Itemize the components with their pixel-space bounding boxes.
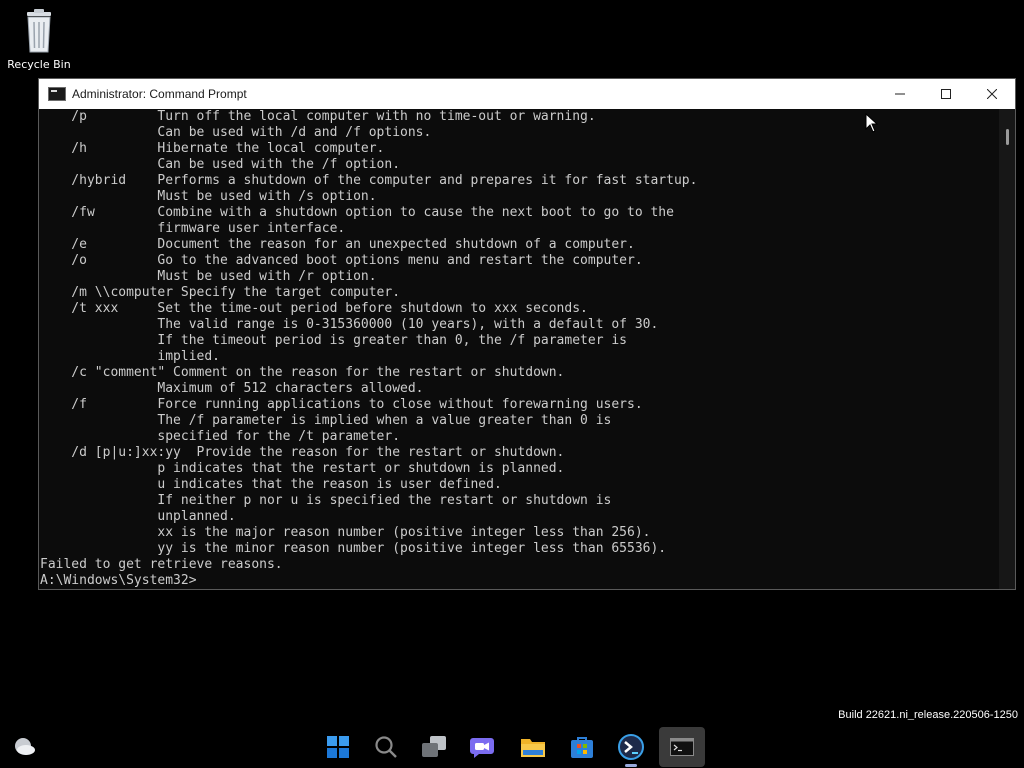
search-icon	[375, 736, 397, 758]
file-explorer-button[interactable]	[513, 727, 553, 767]
maximize-button[interactable]	[923, 79, 969, 109]
start-icon	[327, 736, 349, 758]
vertical-scrollbar[interactable]	[999, 109, 1015, 589]
running-indicator	[625, 764, 637, 767]
command-prompt-icon	[670, 738, 694, 756]
command-prompt-app-icon	[48, 87, 66, 101]
window-titlebar[interactable]: Administrator: Command Prompt	[39, 79, 1015, 109]
terminal-app-icon	[618, 734, 644, 760]
recycle-bin-shortcut[interactable]: Recycle Bin	[4, 8, 74, 74]
start-button[interactable]	[318, 727, 358, 767]
desktop: Recycle Bin Administrator: Command Promp…	[0, 0, 1024, 768]
scrollbar-thumb[interactable]	[1006, 129, 1009, 145]
terminal-app-button[interactable]	[611, 727, 651, 767]
minimize-button[interactable]	[877, 79, 923, 109]
search-button[interactable]	[366, 727, 406, 767]
store-icon	[571, 737, 593, 758]
task-view-icon	[422, 736, 446, 757]
command-prompt-window[interactable]: Administrator: Command Prompt /p Turn of…	[38, 78, 1016, 590]
chat-icon	[470, 738, 494, 758]
maximize-icon	[941, 89, 951, 99]
mouse-cursor-icon	[865, 113, 879, 133]
minimize-icon	[895, 93, 905, 95]
close-button[interactable]	[969, 79, 1015, 109]
recycle-bin-label: Recycle Bin	[7, 58, 71, 71]
window-title: Administrator: Command Prompt	[72, 87, 247, 101]
file-explorer-icon	[521, 739, 545, 757]
close-icon	[987, 89, 997, 99]
microsoft-store-button[interactable]	[562, 727, 602, 767]
console-output[interactable]: /p Turn off the local computer with no t…	[39, 109, 999, 589]
recycle-bin-icon	[27, 9, 51, 53]
task-view-button[interactable]	[414, 727, 454, 767]
console-text: /p Turn off the local computer with no t…	[40, 109, 698, 588]
chat-button[interactable]	[462, 727, 502, 767]
weather-icon[interactable]	[12, 736, 36, 756]
taskbar	[0, 720, 1024, 768]
command-prompt-taskbar-button[interactable]	[659, 727, 705, 767]
